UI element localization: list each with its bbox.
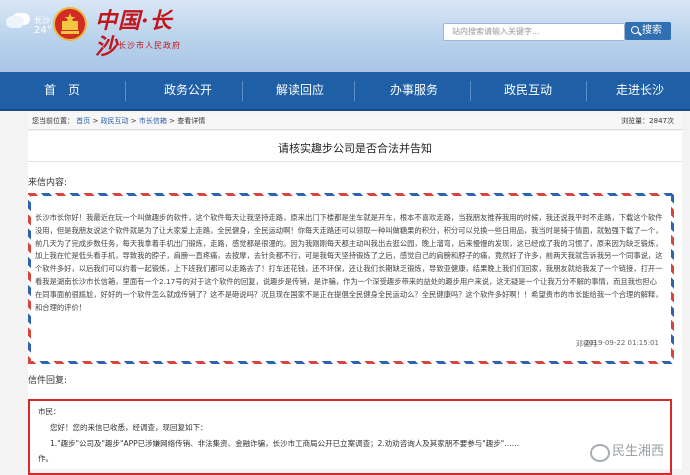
nav-divider [470,81,471,101]
watermark: 民生湘西 [590,440,688,464]
nav-item-home[interactable]: 首 页 [12,72,112,109]
search-button[interactable]: 搜索 [625,22,671,40]
breadcrumb-current: 查看详情 [177,117,206,125]
breadcrumb-mayor-mailbox[interactable]: 市长信箱 [139,117,167,125]
breadcrumb-prefix: 您当前位置： [32,117,74,125]
search-icon [631,26,639,34]
letter-body: 长沙市长你好！我最近在玩一个叫做趣步的软件，这个软件每天让我坚持走路，原来出门下… [35,213,663,312]
page-title: 请核实趣步公司是否合法并告知 [278,142,432,155]
view-count: 浏览量：2847次 [621,117,674,125]
cloud-icon [6,16,24,28]
weather-temp: 24° [34,25,52,36]
nav-item-interpretation[interactable]: 解读回应 [250,72,350,109]
reply-line-1: 您好！您的来信已收悉，经调查，现回复如下： [50,423,208,432]
nav-item-services[interactable]: 办事服务 [364,72,464,109]
breadcrumb: 您当前位置： 首页 > 政民互动 > 市长信箱 > 查看详情 浏览量：2847次 [28,113,682,130]
breadcrumb-home[interactable]: 首页 [76,117,90,125]
watermark-text: 民生湘西 [612,444,665,459]
reply-section-label: 信件回复: [28,376,68,386]
letter-envelope-box: 长沙市长你好！我最近在玩一个叫做趣步的软件，这个软件每天让我坚持走路，原来出门下… [28,193,674,364]
search-button-label: 搜索 [642,25,662,36]
site-header: 长沙 24° 中国·长沙 长沙市人民政府 站内搜索请输入关键字... 搜索 [0,0,690,72]
nav-divider [125,81,126,101]
letter-detail-card: 请核实趣步公司是否合法并告知 来信内容: 长沙市长你好！我最近在玩一个叫做趣步的… [28,131,682,475]
letter-date: 2019-09-22 01:15:01 [584,339,659,347]
weibo-icon [590,444,610,462]
national-emblem-icon [53,7,87,41]
reply-box: 市民： 您好！您的来信已收悉，经调查，现回复如下： 1."趣步"公司及"趣步"A… [28,399,672,475]
reply-line-2: 1."趣步"公司及"趣步"APP已涉嫌网络传销、非法集资、金融诈骗，长沙市工商局… [50,439,520,448]
site-logo-subtitle: 长沙市人民政府 [118,41,181,50]
search-input[interactable]: 站内搜索请输入关键字... [443,23,625,41]
weather-widget: 长沙 24° [6,12,58,44]
nav-divider [586,81,587,101]
main-nav: 首 页 政务公开 解读回应 办事服务 政民互动 走进长沙 [0,72,690,111]
nav-divider [354,81,355,101]
reply-line-3: 作。 [38,454,53,463]
reply-greeting: 市民： [38,407,61,416]
site-logo-title[interactable]: 中国·长沙 [95,8,195,60]
nav-divider [242,81,243,101]
breadcrumb-interaction[interactable]: 政民互动 [101,117,129,125]
letter-section-label: 来信内容: [28,178,68,188]
nav-item-about-changsha[interactable]: 走进长沙 [590,72,690,109]
nav-item-gov-affairs[interactable]: 政务公开 [138,72,238,109]
nav-item-interaction[interactable]: 政民互动 [478,72,578,109]
divider [28,161,682,162]
